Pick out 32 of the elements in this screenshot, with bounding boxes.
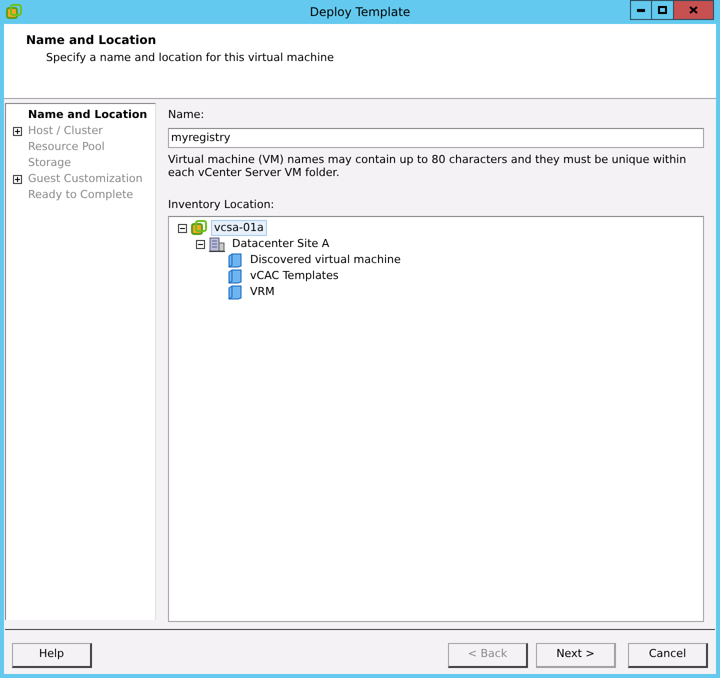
inventory-tree[interactable]: vcsa-01a Datacenter Site A Discovered virtual machine vCAC Templates VRM	[168, 216, 704, 622]
expand-icon[interactable]	[12, 126, 22, 136]
close-icon	[689, 6, 698, 14]
dialog-button[interactable]: Help	[12, 642, 92, 668]
folder-icon	[227, 268, 243, 284]
minimize-button[interactable]	[630, 0, 652, 20]
folder-icon	[227, 284, 243, 300]
page-title: Name and Location	[26, 32, 158, 49]
maximize-icon	[658, 6, 667, 14]
app-logo-icon	[6, 4, 22, 20]
building-icon	[209, 236, 225, 252]
tree-item[interactable]: vcsa-01a	[211, 220, 267, 236]
collapse-icon[interactable]	[196, 240, 204, 248]
page-subtitle: Specify a name and location for this virtual machine	[45, 50, 335, 66]
collapse-icon[interactable]	[178, 224, 186, 232]
vcenter-icon	[191, 220, 207, 236]
tree-item[interactable]: vCAC Templates	[247, 268, 342, 284]
dialog-button[interactable]: Next >	[536, 642, 616, 668]
inventory-label: Inventory Location:	[168, 196, 276, 212]
tree-item[interactable]: Discovered virtual machine	[247, 252, 404, 268]
close-button[interactable]	[674, 0, 714, 20]
name-hint: Virtual machine (VM) names may contain up to 80 characters and they must be unique within each vCenter Server VM folder.	[168, 152, 688, 178]
expand-icon[interactable]	[12, 174, 22, 184]
name-label: Name:	[168, 107, 206, 123]
wizard-step[interactable]: Name and Location	[28, 106, 148, 124]
tree-item[interactable]: Datacenter Site A	[229, 236, 332, 252]
tree-item[interactable]: VRM	[247, 284, 278, 300]
minimize-icon	[637, 8, 645, 12]
name-field[interactable]: myregistry	[168, 128, 704, 148]
window-title: Deploy Template	[308, 4, 412, 21]
dialog-button[interactable]: Cancel	[628, 642, 708, 668]
folder-icon	[227, 252, 243, 268]
